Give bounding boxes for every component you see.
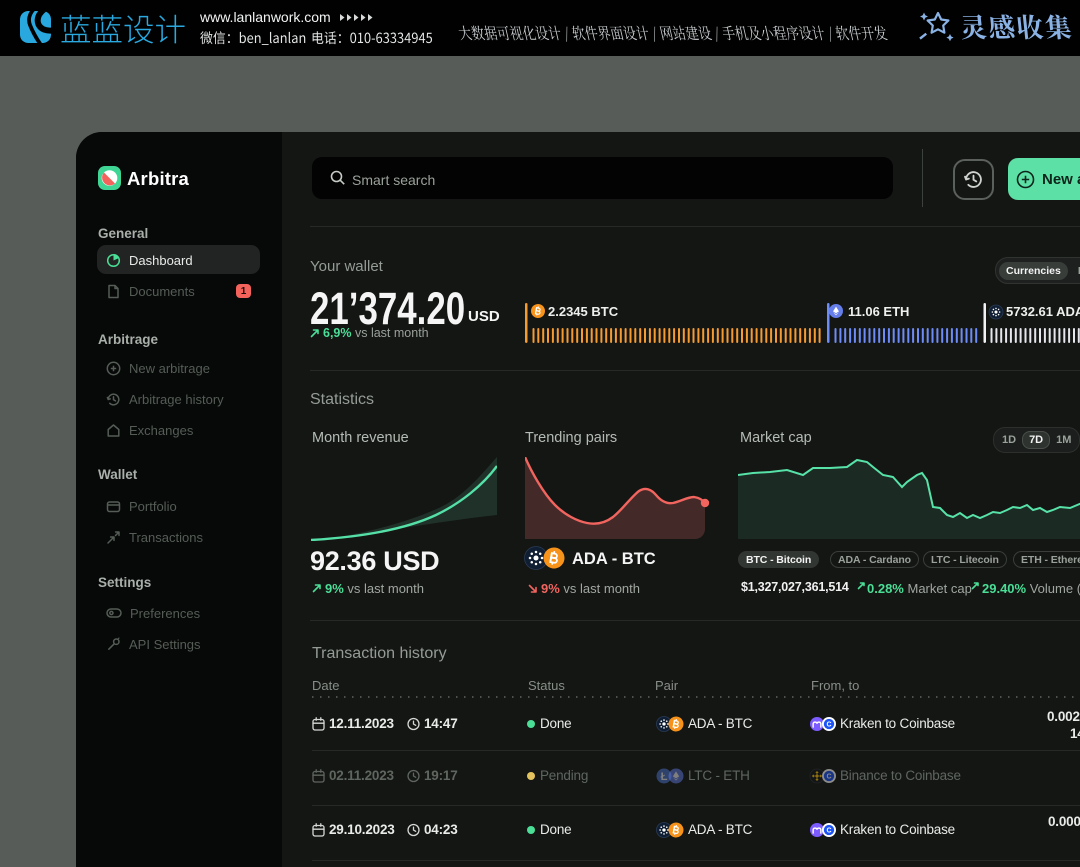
- svg-text:www.lanlanwork.com: www.lanlanwork.com: [199, 9, 331, 25]
- svg-text:C: C: [826, 722, 831, 729]
- svg-text:C: C: [826, 828, 831, 835]
- svg-text:C: C: [826, 774, 831, 781]
- svg-text:Ł: Ł: [661, 771, 668, 783]
